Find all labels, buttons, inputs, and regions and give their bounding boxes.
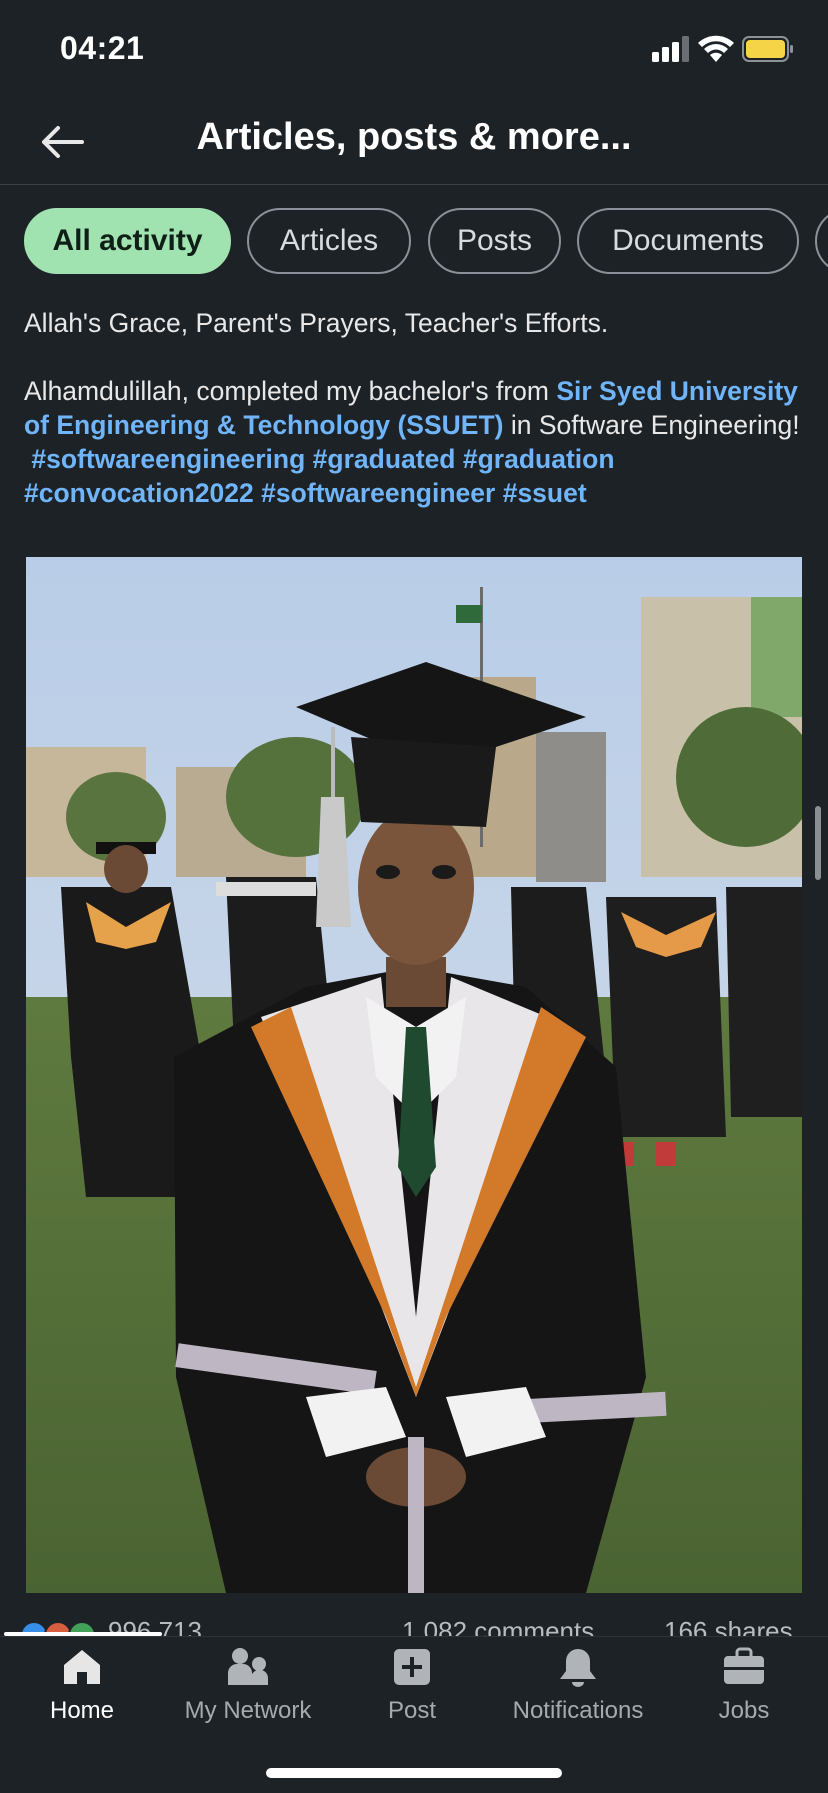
tab-my-network[interactable]: My Network <box>168 1637 328 1747</box>
hashtag-link[interactable]: #graduation <box>463 444 615 474</box>
graduation-photo-image <box>26 557 802 1593</box>
hashtag-link[interactable]: #convocation2022 <box>24 478 254 508</box>
post-line-2-prefix: Alhamdulillah, completed my bachelor's f… <box>24 376 557 406</box>
plus-square-icon <box>394 1649 430 1685</box>
tab-my-network-label: My Network <box>184 1697 312 1724</box>
post-line-2-suffix: in Software Engineering! <box>503 410 800 440</box>
chip-documents[interactable]: Documents <box>577 208 799 274</box>
bell-icon <box>560 1649 596 1687</box>
tab-jobs[interactable]: Jobs <box>684 1637 804 1747</box>
post-line-1: Allah's Grace, Parent's Prayers, Teacher… <box>24 308 609 338</box>
chip-posts[interactable]: Posts <box>428 208 561 274</box>
share-count[interactable]: 166 shares <box>664 1616 793 1636</box>
home-icon <box>64 1650 100 1684</box>
post-line-2: Alhamdulillah, completed my bachelor's f… <box>24 374 804 442</box>
wifi-icon <box>698 35 734 62</box>
hashtag-link[interactable]: #ssuet <box>503 478 587 508</box>
hashtag-link[interactable]: #softwareengineering <box>31 444 305 474</box>
tab-notifications-label: Notifications <box>512 1697 644 1724</box>
social-counts: 996,713 1,082 comments 166 shares <box>0 1600 828 1636</box>
briefcase-icon <box>724 1647 764 1684</box>
chip-more[interactable] <box>815 208 828 274</box>
people-icon <box>228 1648 269 1685</box>
hashtag-list: #softwareengineering #graduated #graduat… <box>24 442 804 510</box>
page-header: Articles, posts & more... <box>0 100 828 185</box>
tab-notifications[interactable]: Notifications <box>498 1637 658 1747</box>
status-bar: 04:21 <box>0 0 828 100</box>
tab-home[interactable]: Home <box>22 1637 142 1747</box>
hashtag-link[interactable]: #softwareengineer <box>261 478 495 508</box>
scrollbar[interactable] <box>815 806 821 880</box>
tab-home-label: Home <box>49 1697 115 1724</box>
tab-jobs-label: Jobs <box>718 1697 770 1724</box>
chip-all-activity[interactable]: All activity <box>24 208 231 274</box>
battery-icon <box>742 36 793 62</box>
post-body: Allah's Grace, Parent's Prayers, Teacher… <box>24 306 804 510</box>
status-time: 04:21 <box>60 30 145 66</box>
page-title: Articles, posts & more... <box>196 116 632 158</box>
chip-articles[interactable]: Articles <box>247 208 411 274</box>
hashtag-link[interactable]: #graduated <box>313 444 456 474</box>
filter-chips: All activity Articles Posts Documents <box>0 208 828 280</box>
post-photo[interactable] <box>26 557 802 1593</box>
tab-post-label: Post <box>387 1697 437 1724</box>
tab-post[interactable]: Post <box>352 1637 472 1747</box>
comment-count[interactable]: 1,082 comments <box>402 1616 594 1636</box>
cellular-signal-icon <box>652 36 689 62</box>
home-indicator[interactable] <box>266 1768 562 1778</box>
